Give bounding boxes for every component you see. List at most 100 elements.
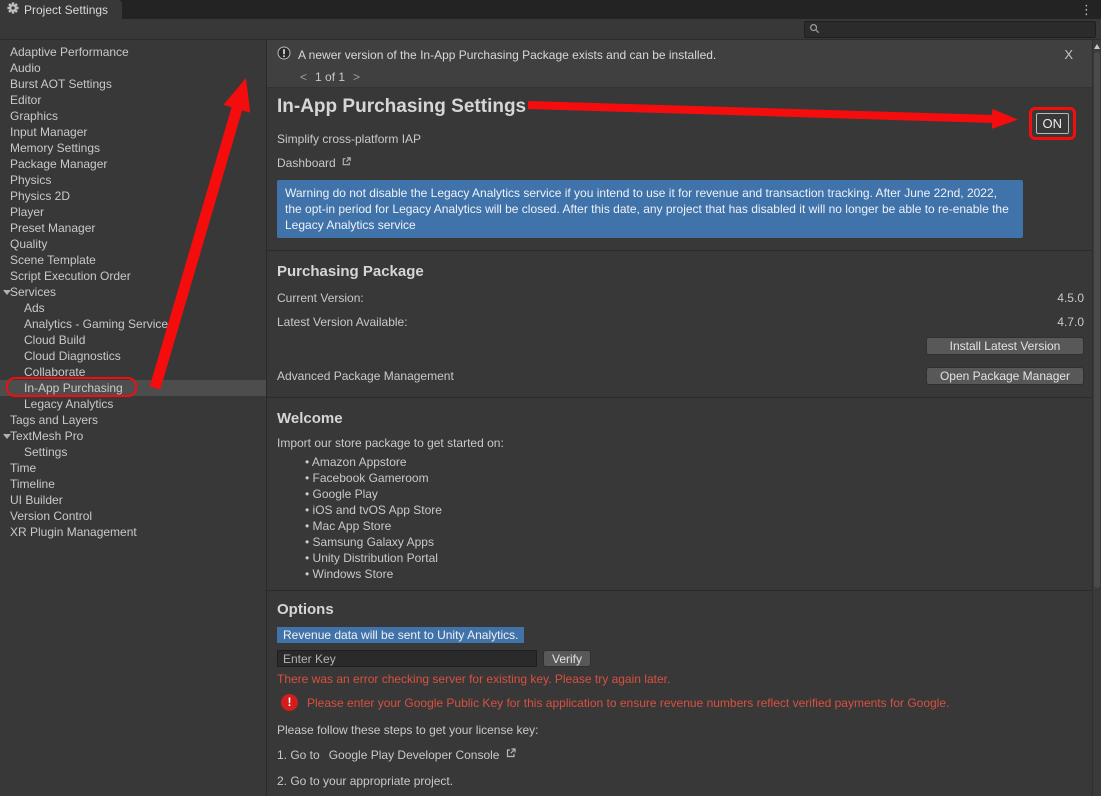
external-link-icon	[505, 747, 517, 762]
legacy-analytics-warning: Warning do not disable the Legacy Analyt…	[277, 180, 1023, 238]
store-list-item: Unity Distribution Portal	[305, 550, 1092, 566]
sidebar-item[interactable]: Editor	[0, 92, 266, 108]
store-list: Amazon AppstoreFacebook GameroomGoogle P…	[305, 454, 1092, 582]
sidebar-item-label: Graphics	[10, 109, 58, 123]
prev-notification-icon[interactable]: <	[300, 70, 307, 84]
sidebar-item-label: Package Manager	[10, 157, 107, 171]
sidebar-item-label: Tags and Layers	[10, 413, 98, 427]
sidebar-item[interactable]: Cloud Diagnostics	[0, 348, 266, 364]
sidebar-item[interactable]: Timeline	[0, 476, 266, 492]
sidebar-item[interactable]: Graphics	[0, 108, 266, 124]
step-2: 2. Go to your appropriate project.	[277, 774, 1092, 788]
sidebar-item[interactable]: Audio	[0, 60, 266, 76]
foldout-arrow-icon[interactable]	[3, 434, 11, 439]
sidebar-item-label: Burst AOT Settings	[10, 77, 112, 91]
section-divider	[267, 397, 1092, 398]
annotation-box-on: ON	[1029, 107, 1077, 140]
sidebar-item-label: UI Builder	[10, 493, 63, 507]
sidebar-item-label: Audio	[10, 61, 41, 75]
sidebar-item[interactable]: XR Plugin Management	[0, 524, 266, 540]
sidebar-item[interactable]: In-App Purchasing	[0, 380, 266, 396]
sidebar-item-label: Analytics - Gaming Services	[24, 317, 174, 331]
store-list-item: Amazon Appstore	[305, 454, 1092, 470]
section-divider	[267, 250, 1092, 251]
notification-message: A newer version of the In-App Purchasing…	[298, 48, 1057, 62]
sidebar-item[interactable]: Settings	[0, 444, 266, 460]
sidebar-item[interactable]: Adaptive Performance	[0, 44, 266, 60]
sidebar-item-label: Preset Manager	[10, 221, 95, 235]
sidebar-item[interactable]: Input Manager	[0, 124, 266, 140]
current-version-value: 4.5.0	[1057, 291, 1084, 305]
sidebar-item[interactable]: Burst AOT Settings	[0, 76, 266, 92]
sidebar-item-label: Version Control	[10, 509, 92, 523]
store-list-item: Samsung Galaxy Apps	[305, 534, 1092, 550]
store-list-item: Windows Store	[305, 566, 1092, 582]
gear-icon	[7, 2, 19, 17]
dashboard-link-label: Dashboard	[277, 156, 336, 170]
welcome-intro: Import our store package to get started …	[277, 436, 1092, 450]
sidebar-item[interactable]: Ads	[0, 300, 266, 316]
sidebar-item[interactable]: Analytics - Gaming Services	[0, 316, 266, 332]
advanced-package-management-row: Advanced Package Management Open Package…	[267, 367, 1092, 385]
sidebar-item[interactable]: Player	[0, 204, 266, 220]
service-toggle-on-button[interactable]: ON	[1036, 113, 1070, 134]
tab-project-settings[interactable]: Project Settings	[0, 0, 122, 19]
vertical-scrollbar[interactable]	[1092, 40, 1101, 796]
store-list-item: iOS and tvOS App Store	[305, 502, 1092, 518]
sidebar-item-label: Settings	[24, 445, 67, 459]
foldout-arrow-icon[interactable]	[3, 290, 11, 295]
sidebar-item[interactable]: Memory Settings	[0, 140, 266, 156]
scroll-up-icon[interactable]	[1094, 44, 1100, 49]
sidebar-item-label: Services	[10, 285, 56, 299]
sidebar-item[interactable]: Script Execution Order	[0, 268, 266, 284]
search-box[interactable]	[804, 21, 1096, 38]
external-link-icon	[341, 156, 352, 170]
sidebar-item-label: Script Execution Order	[10, 269, 131, 283]
open-package-manager-button[interactable]: Open Package Manager	[926, 367, 1084, 385]
sidebar-item[interactable]: Version Control	[0, 508, 266, 524]
update-notification-banner: A newer version of the In-App Purchasing…	[267, 40, 1092, 88]
revenue-analytics-note: Revenue data will be sent to Unity Analy…	[277, 627, 524, 643]
toolbar	[0, 19, 1101, 40]
kebab-menu-icon[interactable]: ⋮	[1075, 0, 1098, 19]
notification-pagination: < 1 of 1 >	[300, 70, 1092, 84]
sidebar-item-label: Player	[10, 205, 44, 219]
sidebar-item[interactable]: Time	[0, 460, 266, 476]
sidebar-item[interactable]: Services	[0, 284, 266, 300]
store-list-item: Facebook Gameroom	[305, 470, 1092, 486]
sidebar-item[interactable]: Package Manager	[0, 156, 266, 172]
sidebar-item[interactable]: Preset Manager	[0, 220, 266, 236]
verify-button[interactable]: Verify	[543, 650, 591, 667]
sidebar-item-label: Cloud Build	[24, 333, 85, 347]
sidebar-item-label: Adaptive Performance	[10, 45, 129, 59]
sidebar-item[interactable]: Scene Template	[0, 252, 266, 268]
latest-version-label: Latest Version Available:	[277, 315, 408, 329]
scrollbar-thumb[interactable]	[1094, 52, 1100, 588]
google-key-input[interactable]	[277, 650, 537, 667]
sidebar-item-label: Legacy Analytics	[24, 397, 113, 411]
sidebar-item-label: Input Manager	[10, 125, 87, 139]
sidebar-item-label: Editor	[10, 93, 41, 107]
sidebar-item-label: In-App Purchasing	[24, 381, 123, 395]
welcome-heading: Welcome	[277, 410, 1092, 428]
next-notification-icon[interactable]: >	[353, 70, 360, 84]
google-key-error-text: Please enter your Google Public Key for …	[307, 696, 949, 710]
sidebar-item[interactable]: Tags and Layers	[0, 412, 266, 428]
google-play-console-link[interactable]: Google Play Developer Console	[329, 748, 500, 762]
sidebar-item-label: Quality	[10, 237, 47, 251]
sidebar-item[interactable]: Quality	[0, 236, 266, 252]
install-latest-version-button[interactable]: Install Latest Version	[926, 337, 1084, 355]
sidebar-item[interactable]: TextMesh Pro	[0, 428, 266, 444]
close-icon[interactable]: X	[1064, 47, 1073, 62]
sidebar-item-label: Timeline	[10, 477, 55, 491]
dashboard-link[interactable]: Dashboard	[277, 156, 352, 170]
sidebar-item[interactable]: Cloud Build	[0, 332, 266, 348]
sidebar-item[interactable]: Collaborate	[0, 364, 266, 380]
sidebar-item[interactable]: Legacy Analytics	[0, 396, 266, 412]
sidebar-item[interactable]: Physics	[0, 172, 266, 188]
search-icon	[809, 23, 820, 37]
sidebar-item-label: TextMesh Pro	[10, 429, 83, 443]
sidebar-item[interactable]: Physics 2D	[0, 188, 266, 204]
sidebar-item[interactable]: UI Builder	[0, 492, 266, 508]
search-input[interactable]	[824, 23, 1091, 37]
